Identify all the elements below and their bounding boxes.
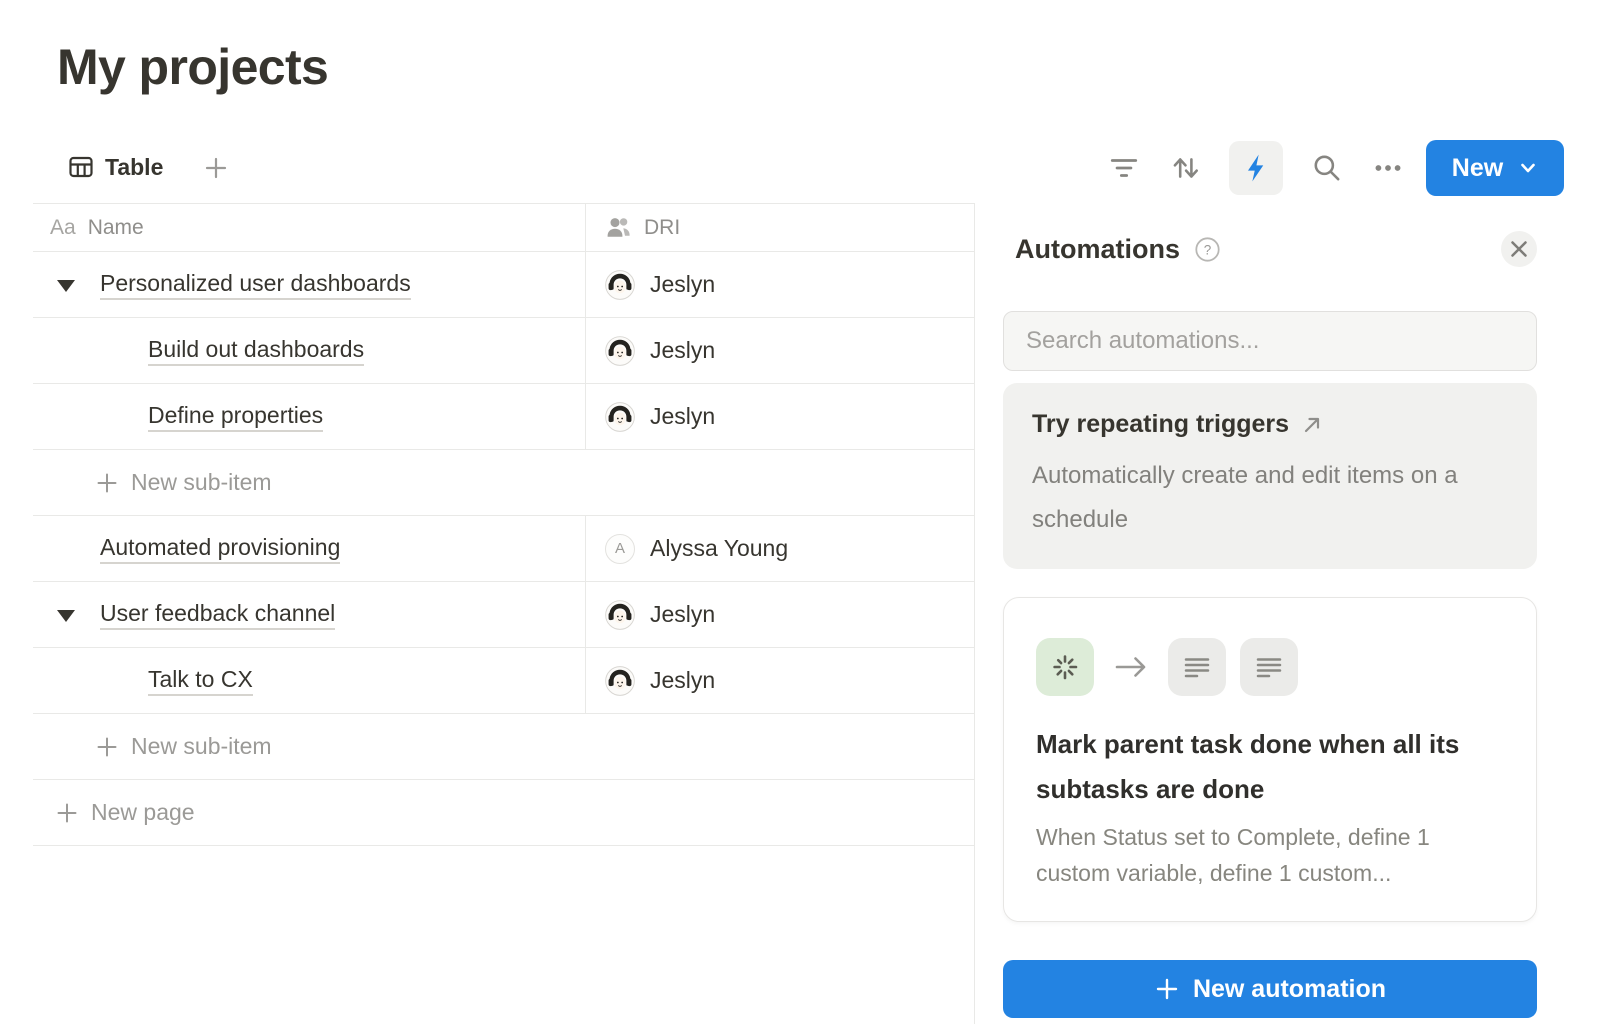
- new-page-label: New page: [91, 799, 195, 826]
- search-icon[interactable]: [1310, 141, 1344, 195]
- dri-cell[interactable]: Jeslyn: [586, 648, 974, 713]
- new-automation-button[interactable]: New automation: [1003, 960, 1537, 1018]
- table-view-icon: [68, 154, 94, 180]
- plus-icon: [95, 735, 119, 759]
- view-toolbar: New: [1107, 139, 1564, 197]
- dri-cell[interactable]: Jeslyn: [586, 384, 974, 449]
- table-row[interactable]: Define properties Jeslyn: [33, 384, 974, 450]
- column-name-label: Name: [88, 216, 144, 240]
- column-dri-label: DRI: [644, 216, 680, 240]
- avatar: [605, 336, 635, 366]
- automation-search-input[interactable]: [1024, 326, 1516, 356]
- name-cell[interactable]: Talk to CX: [33, 648, 586, 713]
- text-property-icon: Aa: [50, 216, 76, 240]
- table-row[interactable]: Talk to CX Jeslyn: [33, 648, 974, 714]
- person-name: Jeslyn: [650, 337, 715, 364]
- automation-card-description: When Status set to Complete, define 1 cu…: [1036, 819, 1504, 891]
- promo-body-text: Automatically create and edit items on a…: [1032, 454, 1477, 542]
- help-icon[interactable]: ?: [1194, 236, 1221, 263]
- avatar: [605, 600, 635, 630]
- automation-card[interactable]: Mark parent task done when all its subta…: [1003, 597, 1537, 922]
- panel-title: Automations: [1015, 234, 1180, 265]
- dri-cell[interactable]: Jeslyn: [586, 582, 974, 647]
- tab-label: Table: [105, 154, 163, 181]
- filter-icon[interactable]: [1107, 141, 1141, 195]
- tab-table-view[interactable]: Table: [62, 146, 169, 188]
- new-sub-item-label: New sub-item: [131, 469, 272, 496]
- repeating-triggers-card[interactable]: Try repeating triggers Automatically cre…: [1003, 383, 1537, 569]
- automation-search-box: [1003, 311, 1537, 371]
- automations-bolt-button[interactable]: [1229, 141, 1283, 195]
- column-header-name[interactable]: Aa Name: [33, 204, 586, 251]
- plus-icon: [203, 155, 229, 181]
- automation-flow: [1036, 638, 1504, 696]
- table-row[interactable]: User feedback channel Jeslyn: [33, 582, 974, 648]
- row-title-link[interactable]: Build out dashboards: [148, 336, 364, 366]
- people-icon: [605, 214, 632, 241]
- plus-icon: [55, 801, 79, 825]
- toggle-open-icon[interactable]: [57, 610, 75, 622]
- schedule-burst-icon: [1036, 638, 1094, 696]
- row-title-link[interactable]: Define properties: [148, 402, 323, 432]
- table-row[interactable]: Automated provisioning A Alyssa Young: [33, 516, 974, 582]
- close-icon[interactable]: [1501, 231, 1537, 267]
- row-title-link[interactable]: Automated provisioning: [100, 534, 340, 564]
- plus-icon: [95, 471, 119, 495]
- sort-icon[interactable]: [1168, 141, 1202, 195]
- dri-cell[interactable]: Jeslyn: [586, 252, 974, 317]
- more-icon[interactable]: [1371, 141, 1405, 195]
- new-page-button[interactable]: New page: [33, 780, 974, 846]
- add-view-button[interactable]: [198, 150, 234, 186]
- avatar: [605, 270, 635, 300]
- plus-icon: [1154, 976, 1180, 1002]
- arrow-right-icon: [1113, 654, 1149, 680]
- name-cell[interactable]: Build out dashboards: [33, 318, 586, 383]
- toggle-open-icon[interactable]: [57, 280, 75, 292]
- name-cell[interactable]: Personalized user dashboards: [33, 252, 586, 317]
- new-sub-item-button[interactable]: New sub-item: [33, 714, 974, 780]
- person-name: Jeslyn: [650, 403, 715, 430]
- chevron-down-icon: [1518, 158, 1538, 178]
- person-name: Jeslyn: [650, 601, 715, 628]
- new-automation-label: New automation: [1193, 975, 1386, 1004]
- new-sub-item-label: New sub-item: [131, 733, 272, 760]
- automations-panel: Automations ? Try repeating triggers Aut…: [974, 203, 1622, 1024]
- avatar: [605, 666, 635, 696]
- svg-text:?: ?: [1204, 242, 1212, 257]
- promo-title-text: Try repeating triggers: [1032, 410, 1289, 439]
- projects-table: Aa Name DRI Personalized user dashboards…: [33, 203, 974, 846]
- table-row[interactable]: Build out dashboards Jeslyn: [33, 318, 974, 384]
- person-name: Alyssa Young: [650, 535, 788, 562]
- edit-property-icon: [1168, 638, 1226, 696]
- automation-card-title: Mark parent task done when all its subta…: [1036, 722, 1504, 812]
- avatar: A: [605, 534, 635, 564]
- person-name: Jeslyn: [650, 271, 715, 298]
- new-button[interactable]: New: [1426, 140, 1564, 196]
- dri-cell[interactable]: Jeslyn: [586, 318, 974, 383]
- new-button-label: New: [1452, 154, 1503, 183]
- column-header-dri[interactable]: DRI: [586, 204, 974, 251]
- new-sub-item-button[interactable]: New sub-item: [33, 450, 974, 516]
- arrow-up-right-icon: [1301, 414, 1323, 436]
- name-cell[interactable]: Define properties: [33, 384, 586, 449]
- avatar: [605, 402, 635, 432]
- person-name: Jeslyn: [650, 667, 715, 694]
- table-header-row: Aa Name DRI: [33, 203, 974, 252]
- row-title-link[interactable]: Talk to CX: [148, 666, 253, 696]
- table-rows: Personalized user dashboardsJeslynBuild …: [33, 252, 974, 846]
- page-title: My projects: [57, 38, 328, 96]
- table-row[interactable]: Personalized user dashboards Jeslyn: [33, 252, 974, 318]
- row-title-link[interactable]: User feedback channel: [100, 600, 335, 630]
- edit-property-icon: [1240, 638, 1298, 696]
- name-cell[interactable]: User feedback channel: [33, 582, 586, 647]
- dri-cell[interactable]: A Alyssa Young: [586, 516, 974, 581]
- name-cell[interactable]: Automated provisioning: [33, 516, 586, 581]
- row-title-link[interactable]: Personalized user dashboards: [100, 270, 411, 300]
